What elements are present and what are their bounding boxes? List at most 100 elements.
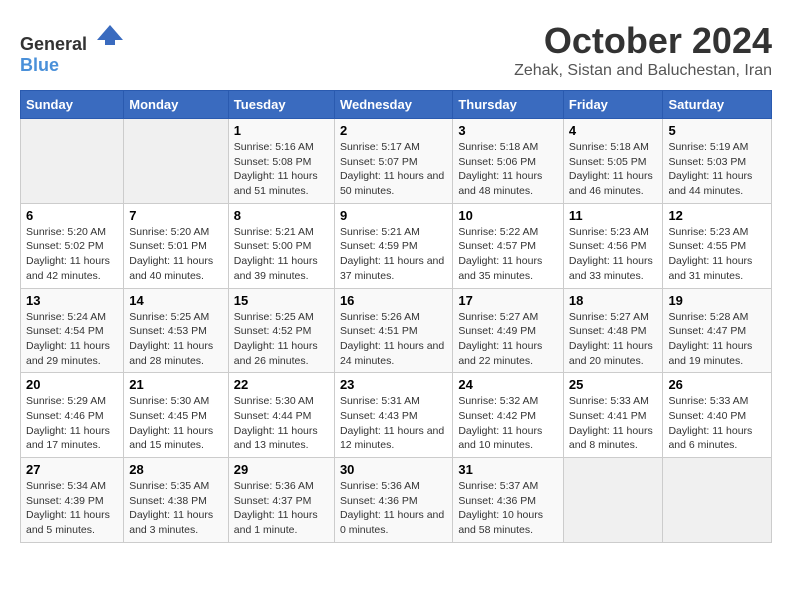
day-number: 5 xyxy=(668,123,766,138)
calendar-week-0: 1Sunrise: 5:16 AMSunset: 5:08 PMDaylight… xyxy=(21,119,772,204)
day-info: Sunrise: 5:20 AMSunset: 5:01 PMDaylight:… xyxy=(129,225,223,284)
header: General Blue October 2024 Zehak, Sistan … xyxy=(20,20,772,80)
logo: General Blue xyxy=(20,20,125,76)
calendar-cell: 17 Sunrise: 5:27 AMSunset: 4:49 PMDayligh… xyxy=(453,288,564,373)
day-info: Sunrise: 5:30 AMSunset: 4:44 PMDaylight:… xyxy=(234,394,329,453)
day-number: 22 xyxy=(234,377,329,392)
calendar-cell: 23 Sunrise: 5:31 AMSunset: 4:43 PMDayligh… xyxy=(334,373,452,458)
calendar-cell: 29 Sunrise: 5:36 AMSunset: 4:37 PMDayligh… xyxy=(228,458,334,543)
calendar-cell: 26 Sunrise: 5:33 AMSunset: 4:40 PMDayligh… xyxy=(663,373,772,458)
calendar-cell: 3 Sunrise: 5:18 AMSunset: 5:06 PMDaylight… xyxy=(453,119,564,204)
day-number: 28 xyxy=(129,462,223,477)
logo-blue: Blue xyxy=(20,55,59,75)
day-number: 26 xyxy=(668,377,766,392)
day-number: 21 xyxy=(129,377,223,392)
day-number: 23 xyxy=(340,377,447,392)
day-number: 2 xyxy=(340,123,447,138)
day-info: Sunrise: 5:23 AMSunset: 4:56 PMDaylight:… xyxy=(569,225,658,284)
calendar-cell: 14Sunrise: 5:25 AMSunset: 4:53 PMDayligh… xyxy=(124,288,229,373)
calendar-cell: 8 Sunrise: 5:21 AMSunset: 5:00 PMDaylight… xyxy=(228,203,334,288)
logo-icon xyxy=(95,20,125,50)
calendar-week-4: 27Sunrise: 5:34 AMSunset: 4:39 PMDayligh… xyxy=(21,458,772,543)
day-number: 3 xyxy=(458,123,558,138)
day-number: 12 xyxy=(668,208,766,223)
header-cell-thursday: Thursday xyxy=(453,91,564,119)
calendar-cell: 9Sunrise: 5:21 AMSunset: 4:59 PMDaylight… xyxy=(334,203,452,288)
day-number: 7 xyxy=(129,208,223,223)
day-info: Sunrise: 5:30 AMSunset: 4:45 PMDaylight:… xyxy=(129,394,223,453)
calendar-cell: 27Sunrise: 5:34 AMSunset: 4:39 PMDayligh… xyxy=(21,458,124,543)
day-info: Sunrise: 5:19 AMSunset: 5:03 PMDaylight:… xyxy=(668,140,766,199)
day-number: 11 xyxy=(569,208,658,223)
day-number: 10 xyxy=(458,208,558,223)
calendar-cell: 11 Sunrise: 5:23 AMSunset: 4:56 PMDayligh… xyxy=(563,203,663,288)
calendar-cell: 19 Sunrise: 5:28 AMSunset: 4:47 PMDayligh… xyxy=(663,288,772,373)
day-info: Sunrise: 5:27 AMSunset: 4:49 PMDaylight:… xyxy=(458,310,558,369)
header-cell-wednesday: Wednesday xyxy=(334,91,452,119)
day-info: Sunrise: 5:20 AMSunset: 5:02 PMDaylight:… xyxy=(26,225,118,284)
day-number: 27 xyxy=(26,462,118,477)
day-number: 30 xyxy=(340,462,447,477)
calendar-header-row: SundayMondayTuesdayWednesdayThursdayFrid… xyxy=(21,91,772,119)
day-info: Sunrise: 5:36 AMSunset: 4:37 PMDaylight:… xyxy=(234,479,329,538)
day-number: 18 xyxy=(569,293,658,308)
day-info: Sunrise: 5:33 AMSunset: 4:40 PMDaylight:… xyxy=(668,394,766,453)
calendar-cell: 24 Sunrise: 5:32 AMSunset: 4:42 PMDayligh… xyxy=(453,373,564,458)
day-number: 24 xyxy=(458,377,558,392)
calendar-week-3: 20 Sunrise: 5:29 AMSunset: 4:46 PMDayligh… xyxy=(21,373,772,458)
header-cell-tuesday: Tuesday xyxy=(228,91,334,119)
calendar-cell: 31Sunrise: 5:37 AMSunset: 4:36 PMDayligh… xyxy=(453,458,564,543)
calendar-cell: 2 Sunrise: 5:17 AMSunset: 5:07 PMDaylight… xyxy=(334,119,452,204)
main-title: October 2024 xyxy=(514,20,772,62)
header-cell-saturday: Saturday xyxy=(663,91,772,119)
day-number: 15 xyxy=(234,293,329,308)
calendar-cell xyxy=(663,458,772,543)
day-info: Sunrise: 5:35 AMSunset: 4:38 PMDaylight:… xyxy=(129,479,223,538)
calendar-cell: 6Sunrise: 5:20 AMSunset: 5:02 PMDaylight… xyxy=(21,203,124,288)
day-number: 29 xyxy=(234,462,329,477)
calendar-cell: 16Sunrise: 5:26 AMSunset: 4:51 PMDayligh… xyxy=(334,288,452,373)
day-number: 14 xyxy=(129,293,223,308)
day-number: 13 xyxy=(26,293,118,308)
calendar-cell: 25 Sunrise: 5:33 AMSunset: 4:41 PMDayligh… xyxy=(563,373,663,458)
calendar-cell: 20 Sunrise: 5:29 AMSunset: 4:46 PMDayligh… xyxy=(21,373,124,458)
day-info: Sunrise: 5:22 AMSunset: 4:57 PMDaylight:… xyxy=(458,225,558,284)
calendar-cell: 10 Sunrise: 5:22 AMSunset: 4:57 PMDayligh… xyxy=(453,203,564,288)
day-number: 25 xyxy=(569,377,658,392)
day-info: Sunrise: 5:24 AMSunset: 4:54 PMDaylight:… xyxy=(26,310,118,369)
day-number: 20 xyxy=(26,377,118,392)
calendar-cell: 15Sunrise: 5:25 AMSunset: 4:52 PMDayligh… xyxy=(228,288,334,373)
day-info: Sunrise: 5:32 AMSunset: 4:42 PMDaylight:… xyxy=(458,394,558,453)
day-info: Sunrise: 5:18 AMSunset: 5:06 PMDaylight:… xyxy=(458,140,558,199)
calendar-cell: 1Sunrise: 5:16 AMSunset: 5:08 PMDaylight… xyxy=(228,119,334,204)
day-info: Sunrise: 5:29 AMSunset: 4:46 PMDaylight:… xyxy=(26,394,118,453)
day-number: 19 xyxy=(668,293,766,308)
logo-text: General Blue xyxy=(20,20,125,76)
calendar-cell xyxy=(21,119,124,204)
day-info: Sunrise: 5:37 AMSunset: 4:36 PMDaylight:… xyxy=(458,479,558,538)
calendar-cell xyxy=(563,458,663,543)
calendar-cell: 18Sunrise: 5:27 AMSunset: 4:48 PMDayligh… xyxy=(563,288,663,373)
day-info: Sunrise: 5:31 AMSunset: 4:43 PMDaylight:… xyxy=(340,394,447,453)
calendar-cell: 13 Sunrise: 5:24 AMSunset: 4:54 PMDayligh… xyxy=(21,288,124,373)
day-number: 8 xyxy=(234,208,329,223)
day-number: 17 xyxy=(458,293,558,308)
day-info: Sunrise: 5:28 AMSunset: 4:47 PMDaylight:… xyxy=(668,310,766,369)
subtitle: Zehak, Sistan and Baluchestan, Iran xyxy=(514,62,772,80)
calendar-week-2: 13 Sunrise: 5:24 AMSunset: 4:54 PMDayligh… xyxy=(21,288,772,373)
calendar-cell: 22 Sunrise: 5:30 AMSunset: 4:44 PMDayligh… xyxy=(228,373,334,458)
day-info: Sunrise: 5:26 AMSunset: 4:51 PMDaylight:… xyxy=(340,310,447,369)
logo-general: General xyxy=(20,34,87,54)
header-cell-monday: Monday xyxy=(124,91,229,119)
day-info: Sunrise: 5:17 AMSunset: 5:07 PMDaylight:… xyxy=(340,140,447,199)
day-info: Sunrise: 5:36 AMSunset: 4:36 PMDaylight:… xyxy=(340,479,447,538)
calendar-table: SundayMondayTuesdayWednesdayThursdayFrid… xyxy=(20,90,772,543)
calendar-cell: 12 Sunrise: 5:23 AMSunset: 4:55 PMDayligh… xyxy=(663,203,772,288)
day-info: Sunrise: 5:18 AMSunset: 5:05 PMDaylight:… xyxy=(569,140,658,199)
header-cell-sunday: Sunday xyxy=(21,91,124,119)
day-info: Sunrise: 5:16 AMSunset: 5:08 PMDaylight:… xyxy=(234,140,329,199)
day-info: Sunrise: 5:23 AMSunset: 4:55 PMDaylight:… xyxy=(668,225,766,284)
day-info: Sunrise: 5:33 AMSunset: 4:41 PMDaylight:… xyxy=(569,394,658,453)
day-info: Sunrise: 5:21 AMSunset: 4:59 PMDaylight:… xyxy=(340,225,447,284)
day-info: Sunrise: 5:21 AMSunset: 5:00 PMDaylight:… xyxy=(234,225,329,284)
